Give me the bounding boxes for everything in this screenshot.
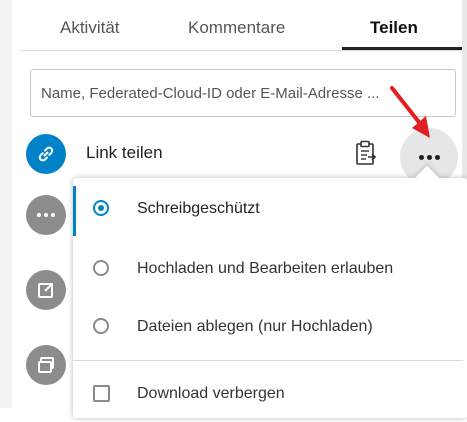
- window-icon: [38, 357, 54, 373]
- other-share-button[interactable]: [26, 345, 66, 385]
- radio-upload-edit[interactable]: [93, 260, 109, 276]
- tab-aktivitaet[interactable]: Aktivität: [60, 18, 120, 38]
- option-hide-download-label: Download verbergen: [137, 385, 285, 402]
- option-upload-edit[interactable]: Hochladen und Bearbeiten erlauben: [73, 245, 467, 297]
- radio-read-only[interactable]: [93, 200, 109, 216]
- option-read-only-label: Schreibgeschützt: [137, 200, 260, 217]
- left-panel-edge: [0, 0, 12, 408]
- option-upload-edit-label: Hochladen und Bearbeiten erlauben: [137, 260, 394, 277]
- clipboard-icon[interactable]: [355, 140, 377, 166]
- more-dots-icon: [418, 154, 440, 160]
- checkbox-hide-download[interactable]: [93, 385, 110, 402]
- more-dots-icon: [37, 213, 55, 217]
- share-entry-more-button[interactable]: [26, 195, 66, 235]
- active-tab-indicator: [342, 47, 462, 50]
- menu-divider: [73, 360, 463, 361]
- external-share-button[interactable]: [26, 270, 66, 310]
- option-hide-download[interactable]: Download verbergen: [73, 370, 467, 422]
- tab-teilen[interactable]: Teilen: [370, 18, 418, 38]
- option-file-drop-label: Dateien ablegen (nur Hochladen): [137, 318, 373, 335]
- radio-file-drop[interactable]: [93, 318, 109, 334]
- option-file-drop[interactable]: Dateien ablegen (nur Hochladen): [73, 303, 467, 355]
- tab-kommentare[interactable]: Kommentare: [188, 18, 285, 38]
- link-icon: [26, 134, 66, 174]
- share-link-label: Link teilen: [86, 143, 163, 162]
- option-read-only[interactable]: Schreibgeschützt: [73, 185, 467, 237]
- share-search-input[interactable]: [30, 69, 456, 117]
- external-link-icon: [38, 283, 53, 298]
- sidebar-tabs: Aktivität Kommentare Teilen: [20, 0, 462, 51]
